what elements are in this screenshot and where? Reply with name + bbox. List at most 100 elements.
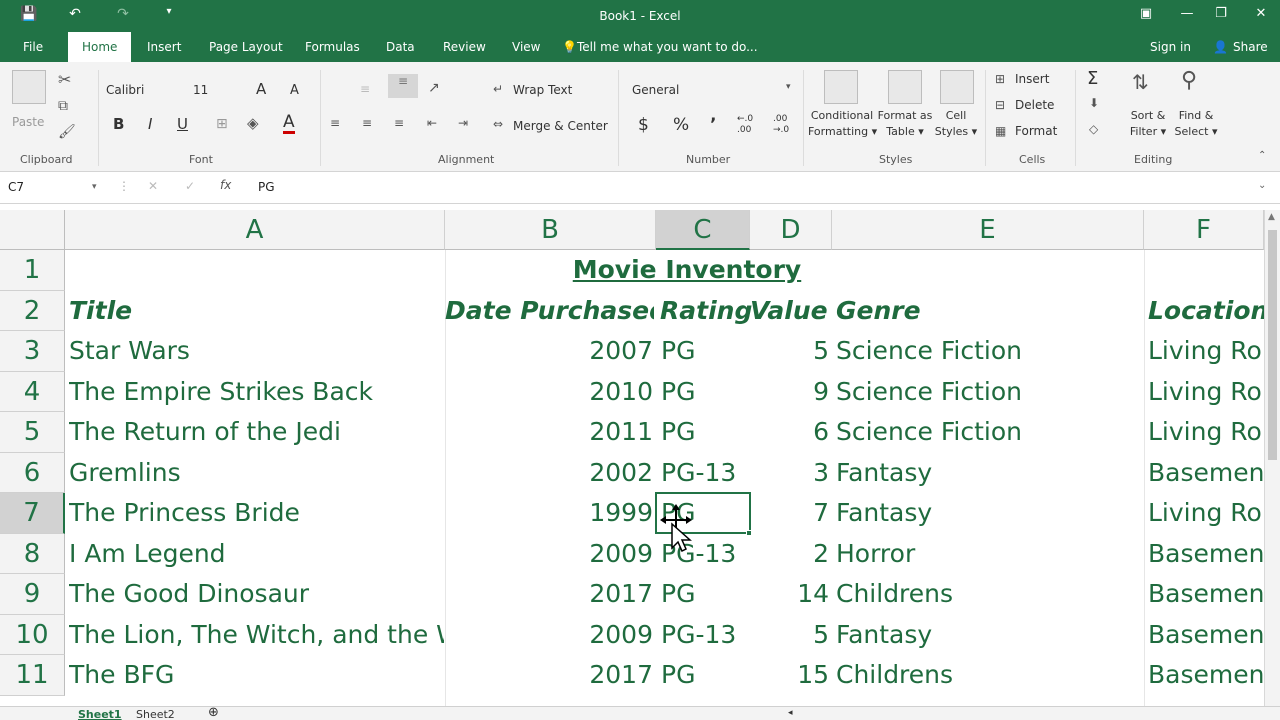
sort-filter-label-2[interactable]: Filter ▾ bbox=[1126, 125, 1170, 138]
cell-genre[interactable]: Science Fiction bbox=[836, 412, 1136, 452]
cell-genre[interactable]: Fantasy bbox=[836, 615, 1136, 655]
decrease-indent-icon[interactable]: ⇤ bbox=[427, 116, 437, 130]
select-all-corner[interactable] bbox=[0, 210, 65, 250]
cell-title[interactable]: I Am Legend bbox=[69, 534, 444, 574]
cell-location[interactable]: Basemen bbox=[1148, 534, 1264, 574]
cell-title[interactable]: The Princess Bride bbox=[69, 493, 444, 533]
sign-in-link[interactable]: Sign in bbox=[1150, 40, 1191, 54]
conditional-formatting-label-2[interactable]: Formatting ▾ bbox=[808, 125, 877, 138]
row-header[interactable]: 7 bbox=[0, 493, 65, 534]
tab-view[interactable]: View bbox=[512, 40, 540, 54]
merge-center-button[interactable]: Merge & Center bbox=[513, 119, 608, 133]
cell-title[interactable]: The Good Dinosaur bbox=[69, 574, 444, 614]
grow-font-icon[interactable]: A bbox=[256, 80, 266, 98]
cell-location[interactable]: Living Ro bbox=[1148, 331, 1264, 371]
collapse-ribbon-icon[interactable]: ⌃ bbox=[1258, 150, 1266, 161]
column-header-e[interactable]: E bbox=[832, 210, 1144, 250]
column-header-f[interactable]: F bbox=[1144, 210, 1264, 250]
tab-insert[interactable]: Insert bbox=[147, 40, 181, 54]
font-name-select[interactable]: Calibri bbox=[106, 83, 144, 97]
cell-location[interactable]: Basemen bbox=[1148, 453, 1264, 493]
tab-formulas[interactable]: Formulas bbox=[305, 40, 360, 54]
cell-value[interactable]: 15 bbox=[750, 655, 829, 695]
insert-cells-button[interactable]: Insert bbox=[1015, 72, 1049, 86]
header-date-cell[interactable]: Date Purchased bbox=[445, 291, 654, 331]
formula-input[interactable]: PG bbox=[258, 180, 275, 194]
restore-icon[interactable]: ❐ bbox=[1208, 6, 1234, 26]
cell-value[interactable]: 14 bbox=[750, 574, 829, 614]
cell-value[interactable]: 2 bbox=[750, 534, 829, 574]
cell-genre[interactable]: Horror bbox=[836, 534, 1136, 574]
cell-title[interactable]: The Return of the Jedi bbox=[69, 412, 444, 452]
sheet-title-cell[interactable]: Movie Inventory bbox=[445, 250, 929, 290]
cell-date[interactable]: 2017 bbox=[445, 574, 653, 614]
cell-date[interactable]: 2011 bbox=[445, 412, 653, 452]
cell-value[interactable]: 3 bbox=[750, 453, 829, 493]
header-location-cell[interactable]: Location bbox=[1148, 291, 1264, 331]
row-header[interactable]: 3 bbox=[0, 331, 65, 372]
align-top-icon[interactable]: ≡ bbox=[360, 82, 370, 96]
expand-formula-bar-icon[interactable]: ⌄ bbox=[1258, 180, 1266, 191]
name-box-dropdown-icon[interactable]: ▾ bbox=[92, 182, 97, 192]
number-format-dropdown-icon[interactable]: ▾ bbox=[786, 82, 791, 92]
align-right-icon[interactable]: ≡ bbox=[394, 116, 404, 130]
tell-me-search[interactable]: Tell me what you want to do... bbox=[577, 40, 758, 54]
tab-home[interactable]: Home bbox=[68, 32, 132, 62]
ribbon-display-icon[interactable]: ▣ bbox=[1133, 6, 1159, 26]
shrink-font-icon[interactable]: A bbox=[290, 83, 299, 98]
scroll-thumb[interactable] bbox=[1268, 230, 1277, 460]
cell-rating[interactable]: PG-13 bbox=[661, 615, 755, 655]
increase-decimal-button[interactable]: ←.0 .00 bbox=[737, 114, 763, 136]
conditional-formatting-label-1[interactable]: Conditional bbox=[810, 109, 874, 122]
decrease-decimal-button[interactable]: .00 →.0 bbox=[773, 114, 799, 136]
row-header[interactable]: 4 bbox=[0, 371, 65, 412]
wrap-text-button[interactable]: Wrap Text bbox=[513, 83, 572, 97]
copy-icon[interactable]: ⧉ bbox=[58, 98, 68, 114]
cell-location[interactable]: Living Ro bbox=[1148, 372, 1264, 412]
cell-genre[interactable]: Fantasy bbox=[836, 453, 1136, 493]
cell-title[interactable]: Star Wars bbox=[69, 331, 444, 371]
cell-rating[interactable]: PG bbox=[661, 412, 755, 452]
cell-title[interactable]: The BFG bbox=[69, 655, 444, 695]
cell-title[interactable]: The Lion, The Witch, and the W bbox=[69, 615, 444, 655]
cell-location[interactable]: Basemen bbox=[1148, 615, 1264, 655]
cell-location[interactable]: Living Ro bbox=[1148, 412, 1264, 452]
cell-date[interactable]: 2017 bbox=[445, 655, 653, 695]
fill-color-icon[interactable]: ◈ bbox=[247, 114, 259, 132]
header-value-cell[interactable]: Value bbox=[750, 291, 832, 331]
format-cells-button[interactable]: Format bbox=[1015, 124, 1057, 138]
row-header[interactable]: 2 bbox=[0, 290, 65, 331]
header-rating-cell[interactable]: Rating bbox=[660, 291, 754, 331]
cell-value[interactable]: 5 bbox=[750, 331, 829, 371]
cell-title[interactable]: Gremlins bbox=[69, 453, 444, 493]
close-icon[interactable]: ✕ bbox=[1248, 6, 1274, 26]
tab-page-layout[interactable]: Page Layout bbox=[209, 40, 283, 54]
tab-data[interactable]: Data bbox=[386, 40, 415, 54]
increase-indent-icon[interactable]: ⇥ bbox=[458, 116, 468, 130]
paste-button[interactable]: Paste bbox=[12, 115, 44, 129]
borders-icon[interactable]: ⊞ bbox=[216, 116, 228, 132]
cell-location[interactable]: Basemen bbox=[1148, 655, 1264, 695]
autosum-button[interactable]: Σ bbox=[1087, 68, 1098, 89]
cell-genre[interactable]: Childrens bbox=[836, 574, 1136, 614]
sort-filter-label-1[interactable]: Sort & bbox=[1128, 109, 1168, 122]
name-box[interactable]: C7 bbox=[8, 180, 24, 194]
fill-icon[interactable]: ⬇ bbox=[1089, 96, 1099, 110]
sheet-tab-sheet2[interactable]: Sheet2 bbox=[136, 708, 175, 720]
cell-styles-label-1[interactable]: Cell bbox=[935, 109, 977, 122]
cell-title[interactable]: The Empire Strikes Back bbox=[69, 372, 444, 412]
cell-genre[interactable]: Childrens bbox=[836, 655, 1136, 695]
percent-button[interactable]: % bbox=[673, 115, 689, 135]
cell-date[interactable]: 1999 bbox=[445, 493, 653, 533]
cell-rating[interactable]: PG-13 bbox=[661, 453, 755, 493]
cell-rating[interactable]: PG bbox=[661, 655, 755, 695]
align-middle-icon[interactable]: ≡ bbox=[388, 74, 418, 98]
cell-genre[interactable]: Fantasy bbox=[836, 493, 1136, 533]
insert-function-icon[interactable]: fx bbox=[220, 178, 231, 192]
tab-file[interactable]: File bbox=[23, 40, 43, 54]
orientation-icon[interactable]: ↗ bbox=[428, 80, 440, 96]
align-center-icon[interactable]: ≡ bbox=[362, 116, 372, 130]
cell-rating[interactable]: PG bbox=[661, 331, 755, 371]
sheet-tab-sheet1[interactable]: Sheet1 bbox=[78, 708, 122, 720]
cell-date[interactable]: 2009 bbox=[445, 615, 653, 655]
